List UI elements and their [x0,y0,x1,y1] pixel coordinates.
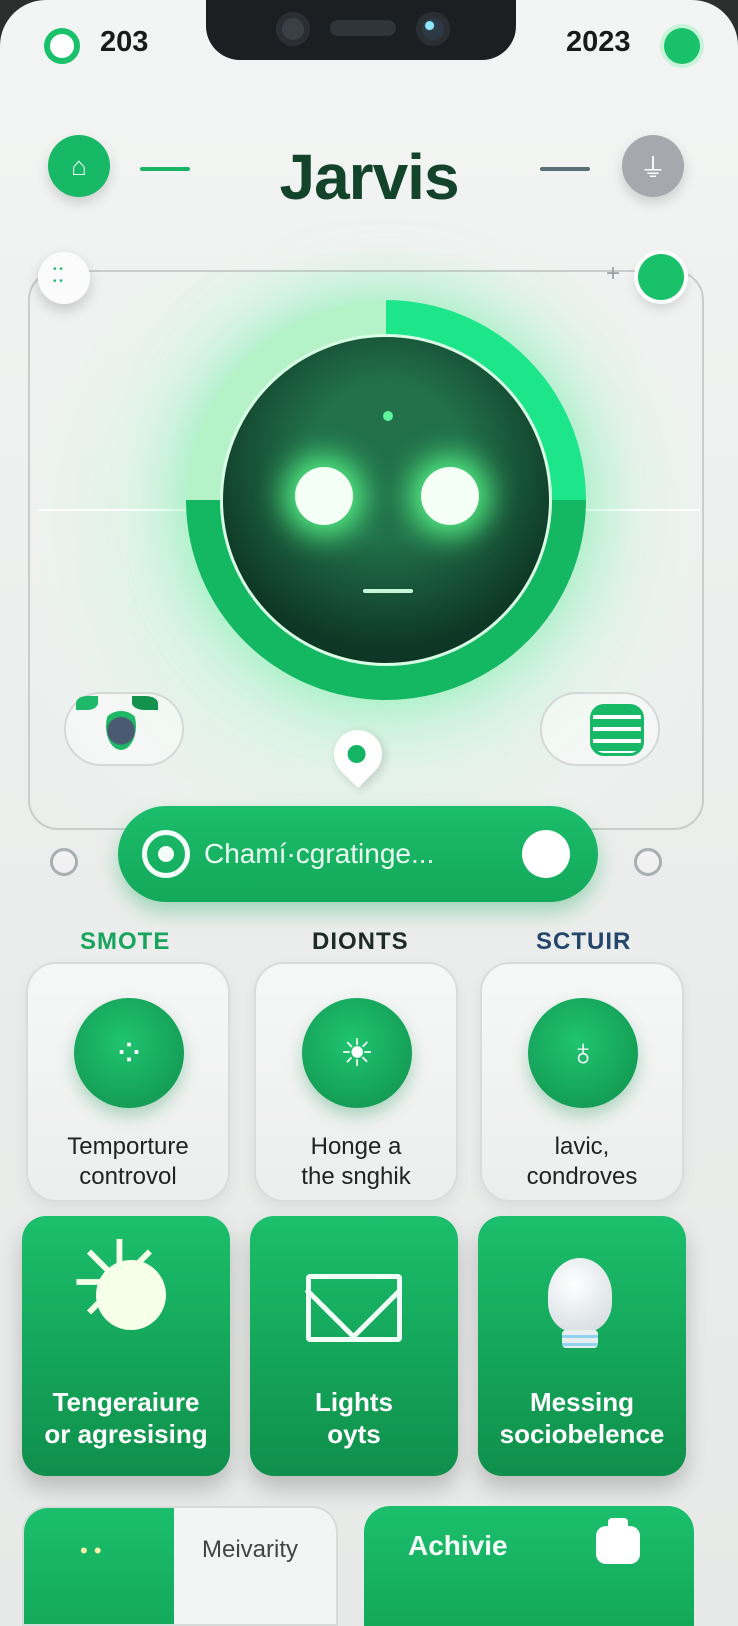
bottom-left-text: Meivarity [202,1536,299,1563]
category-label[interactable]: DIONTS [312,928,409,956]
plant-icon [106,702,136,750]
camera-icon [276,12,310,46]
status-ring-icon [44,28,80,64]
card-label: Temporture controvol [67,1133,189,1190]
tile-temperature[interactable]: Tengeraiure or agresising [22,1216,230,1476]
category-label[interactable]: SMOTE [80,928,170,956]
dial-icon: ⁘ [74,998,184,1108]
toggle-knob[interactable] [522,830,570,878]
eye-left-icon [295,467,353,525]
tile-label: Messing sociobelence [499,1387,665,1449]
indicator-dot [383,411,393,421]
grid-menu-button[interactable] [38,252,90,304]
speaker-slot [330,20,396,36]
tile-messaging[interactable]: Messing sociobelence [478,1216,686,1476]
record-icon [142,830,190,878]
card-devices[interactable]: ♁ lavic, condroves [480,962,684,1202]
phone-screen: 203 2023 ⌂ Jarvis ⏚ + Chamí·cgrating [0,0,738,1626]
status-left-text: 203 [100,26,149,58]
sensor-icon [416,12,450,46]
camera-notch [206,0,516,60]
leaf-icon [132,696,158,710]
assistant-status-pill[interactable]: Chamí·cgratinge... [118,806,598,902]
lamp-icon: ☀ [302,998,412,1108]
category-label[interactable]: SCTUIR [536,928,631,956]
flask-icon[interactable] [634,848,662,876]
bag-icon: ♁ [528,998,638,1108]
status-right-text: 2023 [566,26,631,58]
status-pill-text: Chamí·cgratinge... [204,838,435,869]
assistant-panel: + [28,252,704,830]
leaf-icon [76,696,98,710]
eye-right-icon [421,467,479,525]
settings-dot-button[interactable] [638,254,684,300]
shield-widget[interactable] [540,692,660,766]
sun-icon [70,1226,169,1344]
plant-widget[interactable] [64,692,184,766]
bottom-right-button[interactable]: Achivie [364,1506,694,1626]
bottom-right-text: Achivie [408,1530,508,1561]
tile-label: Tengeraiure or agresising [44,1387,208,1449]
bulb-icon [548,1258,612,1332]
profile-button[interactable]: ⏚ [622,135,684,197]
spiral-icon[interactable] [50,848,78,876]
status-dot-icon [664,28,700,64]
tile-lights[interactable]: Lights oyts [250,1216,458,1476]
card-temperature[interactable]: ⁘ Temporture controvol [26,962,230,1202]
card-label: Honge a the snghik [301,1133,411,1190]
dots-icon [24,1508,174,1624]
bottom-left-button[interactable]: Meivarity [22,1506,338,1626]
mouth-icon [363,589,413,593]
robot-icon [596,1518,640,1564]
plus-icon: + [606,260,621,287]
shield-icon [590,704,644,756]
envelope-icon [306,1274,402,1342]
divider-line [38,509,188,511]
bulb-base-icon [562,1330,598,1348]
card-label: lavic, condroves [526,1133,638,1190]
assistant-face-avatar[interactable] [220,334,552,666]
tile-label: Lights oyts [315,1387,393,1449]
header-right-dash [540,167,590,171]
location-pin-icon[interactable] [324,720,392,788]
card-lighting[interactable]: ☀ Honge a the snghik [254,962,458,1202]
